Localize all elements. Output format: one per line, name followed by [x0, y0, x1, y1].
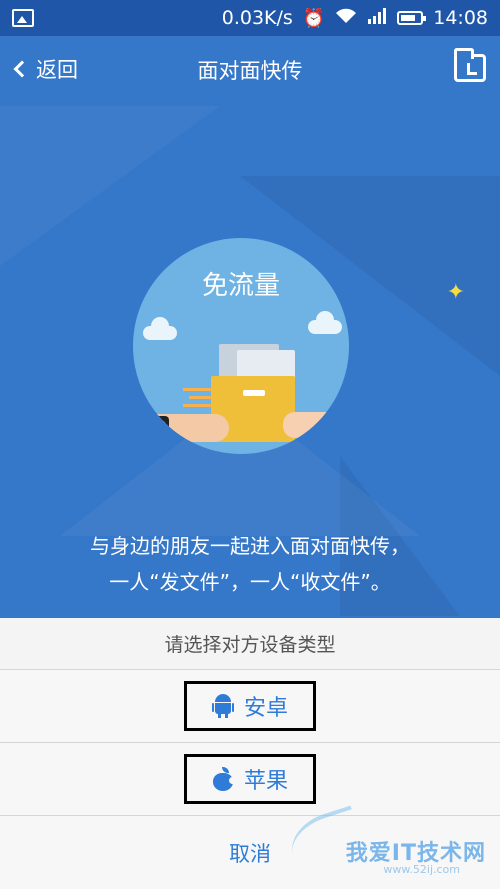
battery-icon — [397, 11, 427, 25]
gallery-icon — [12, 9, 34, 27]
page-title: 面对面快传 — [197, 59, 303, 83]
description-line: 与身边的朋友一起进入面对面快传， — [90, 534, 410, 558]
description: 与身边的朋友一起进入面对面快传， 一人“发文件”，一人“收文件”。 — [0, 528, 500, 600]
nav-bar: 返回 面对面快传 — [0, 36, 500, 104]
option-android-inner[interactable]: 安卓 — [184, 681, 316, 731]
sheet-title: 请选择对方设备类型 — [0, 618, 500, 670]
motion-line — [189, 396, 213, 399]
free-data-badge: 免流量 — [201, 271, 280, 301]
status-bar: 0.03K/s ⏰ 14:08 — [0, 0, 500, 36]
cloud-icon — [308, 311, 342, 334]
illustration-circle: 免流量 — [133, 238, 349, 454]
sleeve — [133, 410, 153, 446]
watch-icon — [151, 416, 169, 438]
signal-icon — [367, 7, 387, 29]
option-label: 安卓 — [243, 696, 288, 721]
android-icon — [211, 694, 234, 718]
apple-icon — [212, 767, 236, 791]
option-apple[interactable]: 苹果 — [0, 743, 500, 816]
cancel-button[interactable]: 取消 — [0, 816, 500, 889]
wifi-icon — [335, 8, 357, 29]
motion-line — [183, 388, 213, 391]
network-speed: 0.03K/s — [221, 7, 293, 29]
alarm-icon: ⏰ — [302, 7, 326, 29]
option-android[interactable]: 安卓 — [0, 670, 500, 743]
status-bar-right: 0.03K/s ⏰ 14:08 — [222, 7, 488, 29]
receiving-hand — [283, 412, 349, 438]
hero-panel: 返回 面对面快传 ✦ 免流量 与身边的朋友一起进入面对面快传， 一人“发文件”，… — [0, 36, 500, 618]
motion-line — [183, 404, 213, 407]
sparkle-icon: ✦ — [446, 280, 465, 305]
option-apple-inner[interactable]: 苹果 — [184, 754, 316, 804]
folder-history-icon[interactable] — [454, 48, 486, 82]
clock: 14:08 — [433, 7, 488, 29]
cloud-icon — [143, 317, 177, 340]
device-type-sheet: 请选择对方设备类型 安卓 苹果 取消 我爱IT技术网 www.52ij.com — [0, 618, 500, 889]
option-label: 苹果 — [243, 769, 288, 794]
background-facet — [0, 106, 220, 266]
description-line: 一人“发文件”，一人“收文件”。 — [109, 570, 391, 594]
